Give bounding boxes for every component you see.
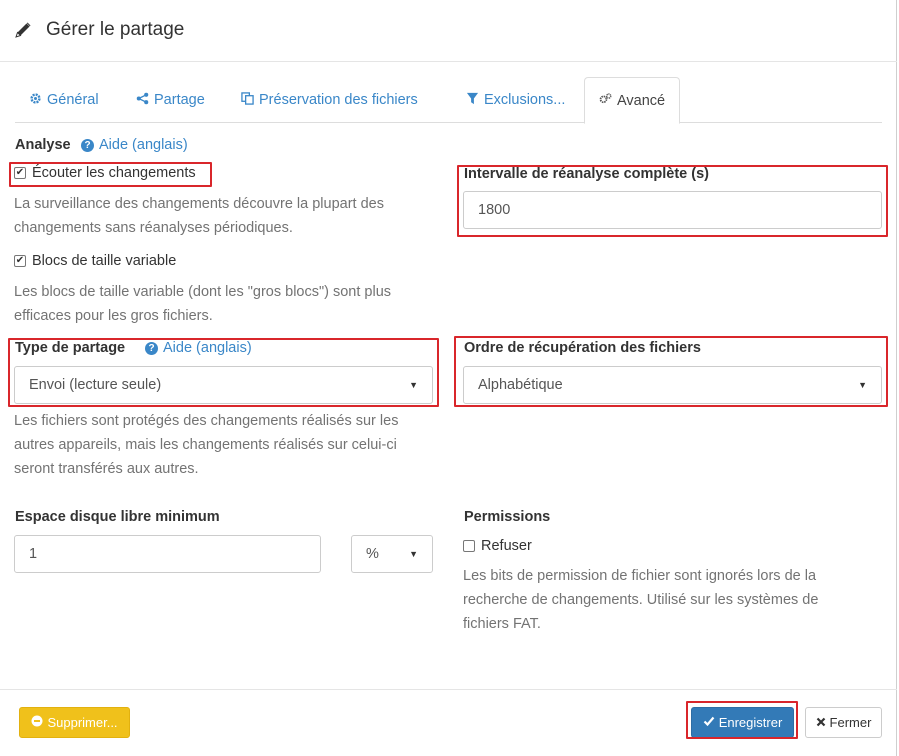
gear-icon [29, 92, 42, 109]
description-line: fichiers FAT. [463, 616, 541, 632]
watch-changes-checkbox[interactable]: ✔ Écouter les changements [14, 165, 196, 181]
description-line: autres appareils, mais les changements r… [14, 437, 397, 453]
tab-ignore-patterns-label: Exclusions... [484, 92, 566, 108]
folder-type-select[interactable]: Envoi (lecture seule) ▼ [14, 366, 433, 404]
minus-circle-icon [31, 715, 43, 730]
checkbox-unchecked-icon [463, 540, 475, 552]
description-line: seront transférés aux autres. [14, 461, 199, 477]
save-button[interactable]: Enregistrer [691, 707, 794, 738]
min-disk-unit-select[interactable]: % ▼ [351, 535, 433, 573]
ignore-permissions-label: Refuser [481, 538, 532, 554]
description-line: Les bits de permission de fichier sont i… [463, 568, 817, 584]
tab-versioning-label: Préservation des fichiers [259, 92, 418, 108]
pull-order-label: Ordre de récupération des fichiers [464, 340, 701, 356]
edit-folder-dialog: Gérer le partage Général Partage Préserv… [0, 0, 897, 756]
copy-icon [241, 91, 254, 109]
description-line: changements sans réanalyses périodiques. [14, 220, 293, 236]
save-button-label: Enregistrer [718, 715, 783, 730]
rescan-interval-label: Intervalle de réanalyse complète (s) [464, 166, 709, 182]
min-disk-label: Espace disque libre minimum [15, 509, 220, 525]
rescan-interval-value: 1800 [478, 202, 511, 218]
dialog-title: Gérer le partage [46, 19, 185, 40]
description-line: Les blocs de taille variable (dont les "… [14, 284, 392, 300]
dialog-header: Gérer le partage [0, 0, 897, 62]
watch-changes-label: Écouter les changements [32, 165, 196, 181]
analysis-label: Analyse [15, 137, 71, 153]
folder-type-value: Envoi (lecture seule) [29, 377, 162, 393]
watch-changes-description: La surveillance des changements découvre… [14, 192, 384, 240]
folder-type-label: Type de partage [15, 340, 126, 356]
folder-type-description: Les fichiers sont protégés des changemen… [14, 409, 398, 481]
description-line: recherche de changements. Utilisé sur le… [463, 592, 819, 608]
checkbox-checked-icon: ✔ [14, 167, 26, 179]
checkbox-checked-icon: ✔ [14, 255, 26, 267]
analysis-help-text: Aide (anglais) [99, 137, 188, 153]
description-line: efficaces pour les gros fichiers. [14, 308, 213, 324]
variable-blocks-checkbox[interactable]: ✔ Blocs de taille variable [14, 253, 176, 269]
pull-order-value: Alphabétique [478, 377, 563, 393]
tab-general-label: Général [47, 92, 99, 108]
tab-sharing[interactable]: Partage [122, 77, 219, 123]
min-disk-input[interactable]: 1 [14, 535, 321, 573]
variable-blocks-description: Les blocs de taille variable (dont les "… [14, 280, 391, 328]
chevron-down-icon: ▼ [858, 380, 867, 390]
pull-order-select[interactable]: Alphabétique ▼ [463, 366, 882, 404]
gears-icon [599, 92, 612, 109]
tab-versioning[interactable]: Préservation des fichiers [227, 77, 432, 123]
check-icon [703, 715, 715, 730]
share-icon [136, 92, 149, 109]
close-button-label: Fermer [829, 715, 872, 730]
permissions-label: Permissions [464, 509, 551, 525]
chevron-down-icon: ▼ [409, 549, 418, 559]
pencil-icon [13, 20, 33, 40]
min-disk-value: 1 [29, 546, 38, 562]
analysis-help-link[interactable]: ? Aide (anglais) [81, 137, 188, 153]
dialog-footer: Supprimer... Enregistrer Fermer [0, 689, 897, 756]
min-disk-unit-value: % [366, 546, 379, 562]
ignore-permissions-checkbox[interactable]: Refuser [463, 538, 532, 554]
folder-type-help-link[interactable]: ? Aide (anglais) [145, 340, 252, 356]
tab-advanced-label: Avancé [617, 92, 666, 109]
question-icon: ? [81, 138, 94, 152]
close-icon [816, 715, 826, 730]
permissions-description: Les bits de permission de fichier sont i… [463, 564, 818, 636]
tab-bar: Général Partage Préservation des fichier… [15, 77, 882, 124]
delete-button[interactable]: Supprimer... [19, 707, 130, 738]
chevron-down-icon: ▼ [409, 380, 418, 390]
tab-sharing-label: Partage [154, 92, 205, 108]
description-line: La surveillance des changements découvre… [14, 196, 384, 212]
delete-button-label: Supprimer... [47, 715, 118, 730]
filter-icon [466, 92, 479, 109]
folder-type-help-text: Aide (anglais) [163, 340, 252, 356]
variable-blocks-label: Blocs de taille variable [32, 253, 177, 269]
tab-advanced[interactable]: Avancé [584, 77, 681, 124]
rescan-interval-input[interactable]: 1800 [463, 191, 882, 229]
description-line: Les fichiers sont protégés des changemen… [14, 413, 399, 429]
tab-general[interactable]: Général [15, 77, 113, 123]
close-button[interactable]: Fermer [805, 707, 882, 738]
question-icon: ? [145, 341, 158, 355]
tab-ignore-patterns[interactable]: Exclusions... [452, 77, 579, 123]
